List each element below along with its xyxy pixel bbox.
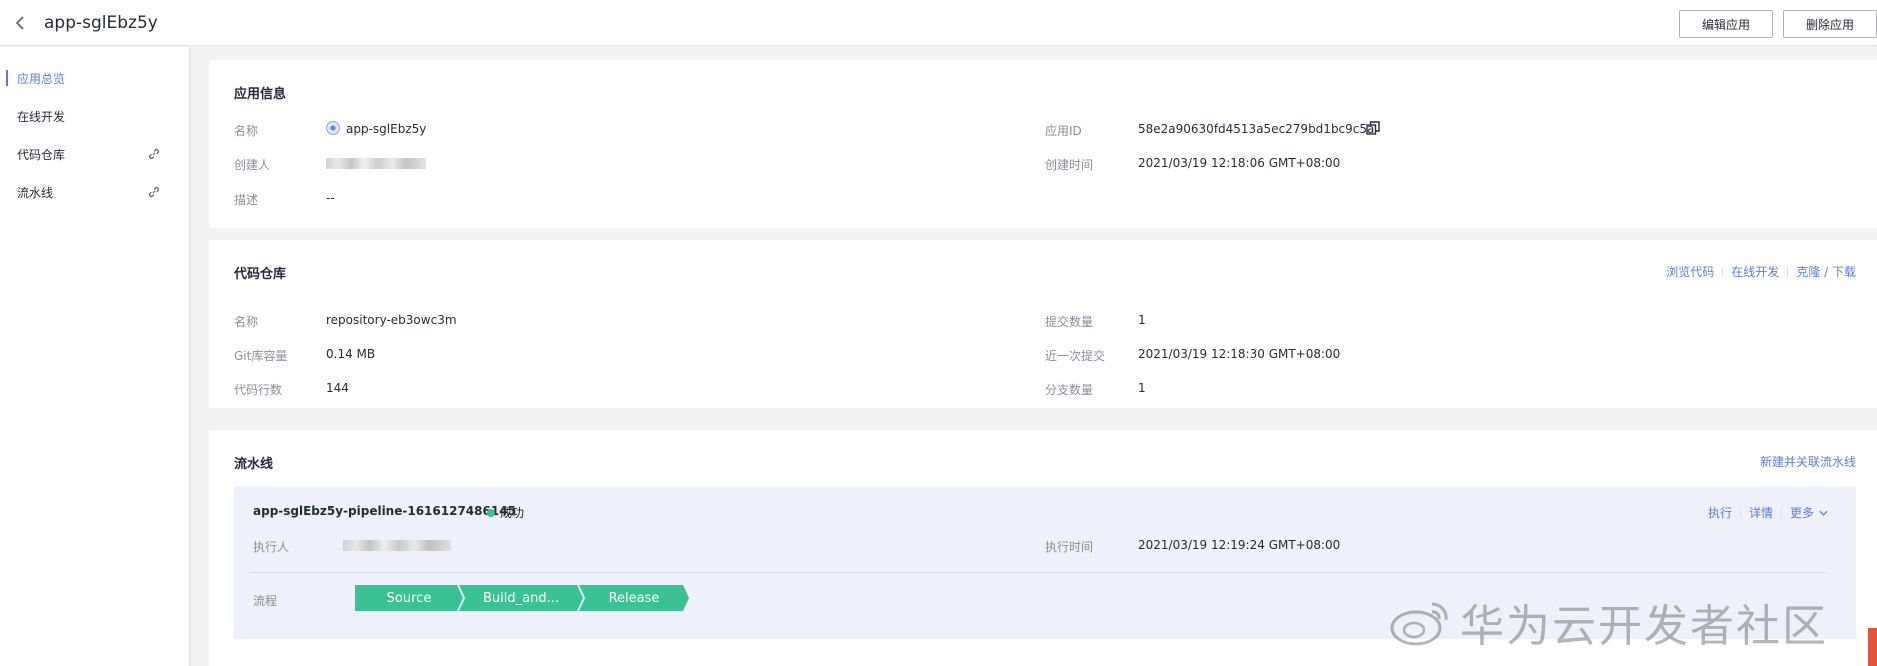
branch-count-label: 分支数量: [1045, 383, 1094, 397]
sidebar-item-online-dev[interactable]: 在线开发: [0, 97, 189, 135]
more-actions-link[interactable]: 更多: [1790, 504, 1814, 521]
link-divider: [1780, 506, 1782, 519]
exec-time-value: 2021/03/19 12:19:24 GMT+08:00: [1138, 538, 1341, 552]
sidebar-item-label: 在线开发: [17, 109, 66, 124]
pipeline-divider: [250, 572, 1826, 573]
pipeline-actions: 执行 详情 更多: [1708, 504, 1828, 521]
repo-size-value: 0.14 MB: [326, 347, 376, 361]
repo-name-label: 名称: [234, 315, 259, 329]
description-value: --: [326, 191, 335, 205]
watermark: 华为云开发者社区: [1388, 590, 1828, 654]
executor-value-redacted: [343, 540, 451, 551]
stage-build[interactable]: Build_and...: [459, 585, 583, 611]
clone-download-link[interactable]: 克隆 / 下载: [1796, 263, 1856, 280]
creator-value-redacted: [326, 158, 426, 169]
app-info-title: 应用信息: [234, 87, 287, 102]
status-text: 成功: [500, 506, 525, 520]
code-repo-title: 代码仓库: [234, 267, 287, 282]
edge-marker: [1868, 628, 1877, 666]
last-commit-value: 2021/03/19 12:18:30 GMT+08:00: [1138, 347, 1341, 361]
app-id-label: 应用ID: [1045, 124, 1082, 138]
page-title: app-sglEbz5y: [44, 12, 158, 33]
app-icon: [326, 121, 340, 135]
sidebar-item-label: 应用总览: [17, 71, 66, 86]
stage-release[interactable]: Release: [579, 585, 689, 611]
copy-icon[interactable]: [1366, 121, 1380, 135]
run-pipeline-link[interactable]: 执行: [1708, 504, 1732, 521]
pipeline-links: 新建并关联流水线: [1760, 453, 1856, 470]
commit-count-value: 1: [1138, 313, 1146, 327]
pipeline-details-link[interactable]: 详情: [1749, 504, 1773, 521]
pipeline-name[interactable]: app-sglEbz5y-pipeline-1616127486145: [253, 504, 516, 518]
app-id-value: 58e2a90630fd4513a5ec279bd1bc9c5a: [1138, 122, 1375, 136]
success-dot-icon: [487, 508, 495, 517]
online-dev-link[interactable]: 在线开发: [1731, 263, 1779, 280]
sidebar-item-label: 流水线: [17, 185, 54, 200]
create-pipeline-link[interactable]: 新建并关联流水线: [1760, 453, 1856, 470]
flow-label: 流程: [253, 594, 278, 608]
app-info-card: 应用信息 名称 app-sglEbz5y 创建人 描述 -- 应用ID 58e2…: [209, 60, 1877, 228]
code-lines-value: 144: [326, 381, 349, 395]
back-arrow-icon[interactable]: [0, 0, 40, 46]
watermark-text: 华为云开发者社区: [1460, 601, 1828, 652]
sidebar-item-code-repo[interactable]: 代码仓库: [0, 135, 189, 173]
weibo-logo-icon: [1390, 602, 1448, 646]
edit-app-button[interactable]: 编辑应用: [1678, 10, 1773, 38]
commit-count-label: 提交数量: [1045, 315, 1094, 329]
sidebar-item-overview[interactable]: 应用总览: [0, 59, 189, 97]
link-divider: [1787, 265, 1789, 278]
delete-app-button[interactable]: 删除应用: [1782, 10, 1877, 38]
browse-code-link[interactable]: 浏览代码: [1666, 263, 1714, 280]
code-lines-label: 代码行数: [234, 383, 283, 397]
pipeline-stages: Source Build_and... Release: [355, 585, 685, 611]
link-divider: [1739, 506, 1741, 519]
created-time-value: 2021/03/19 12:18:06 GMT+08:00: [1138, 156, 1341, 170]
pipeline-title: 流水线: [234, 457, 274, 472]
app-name-label: 名称: [234, 124, 259, 138]
app-name-value: app-sglEbz5y: [346, 122, 427, 136]
branch-count-value: 1: [1138, 381, 1146, 395]
sidebar-item-label: 代码仓库: [17, 147, 66, 162]
repo-links: 浏览代码 在线开发 克隆 / 下载: [1666, 263, 1856, 280]
executor-label: 执行人: [253, 540, 290, 554]
pipeline-status: 成功: [487, 504, 524, 521]
top-bar: app-sglEbz5y 编辑应用 删除应用: [0, 0, 1877, 46]
exec-time-label: 执行时间: [1045, 540, 1094, 554]
created-time-label: 创建时间: [1045, 158, 1094, 172]
repo-name-value: repository-eb3owc3m: [326, 313, 457, 327]
chevron-down-icon[interactable]: [1819, 510, 1828, 516]
last-commit-label: 近一次提交: [1045, 349, 1106, 363]
header-actions: 编辑应用 删除应用: [1678, 10, 1877, 38]
repo-size-label: Git库容量: [234, 349, 288, 363]
stage-source[interactable]: Source: [355, 585, 463, 611]
link-icon: [149, 187, 159, 197]
sidebar: 应用总览 在线开发 代码仓库 流水线: [0, 47, 190, 666]
link-divider: [1722, 265, 1724, 278]
code-repo-card: 代码仓库 浏览代码 在线开发 克隆 / 下载 名称 repository-eb3…: [209, 240, 1877, 408]
link-icon: [149, 149, 159, 159]
description-label: 描述: [234, 193, 259, 207]
sidebar-item-pipeline[interactable]: 流水线: [0, 173, 189, 211]
creator-label: 创建人: [234, 158, 271, 172]
